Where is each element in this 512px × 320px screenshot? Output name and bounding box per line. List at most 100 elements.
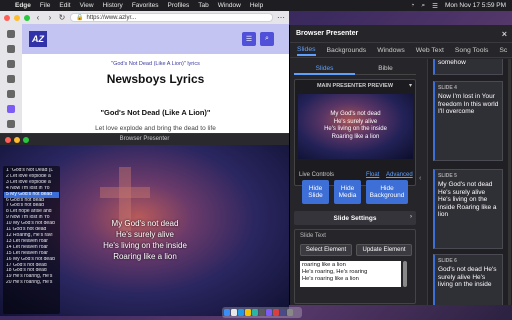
- sidebar-presenter-icon[interactable]: [7, 105, 15, 113]
- sidebar-copilot-icon[interactable]: [7, 45, 15, 53]
- web-page: AZ ☰ ⌕ "God's Not Dead (Like A Lion)" ly…: [22, 24, 289, 149]
- preview-heading: MAIN PRESENTER PREVIEW: [316, 83, 394, 89]
- launchpad-icon[interactable]: [231, 309, 237, 316]
- menu-file[interactable]: File: [40, 2, 50, 9]
- extensions-icon[interactable]: ⋯: [277, 13, 285, 22]
- tab-more[interactable]: Sc: [499, 47, 507, 54]
- slide-card[interactable]: SLIDE 6 God's not dead He's surely alive…: [433, 254, 503, 305]
- slide-list-item[interactable]: 20 He's roaring, He's: [4, 280, 59, 286]
- address-bar[interactable]: 🔒 https://www.azlyr...: [70, 13, 273, 22]
- presenter-titlebar: Browser Presenter: [0, 134, 289, 145]
- slide-number: SLIDE 5: [438, 173, 457, 179]
- slide-settings-label: Slide Settings: [333, 214, 377, 222]
- presenter-output-window: Browser Presenter My God's not dead He's…: [0, 133, 289, 316]
- sub-tabs: Slides Bible: [294, 63, 416, 75]
- lock-icon: 🔒: [76, 15, 84, 21]
- tab-web-text[interactable]: Web Text: [416, 47, 444, 54]
- chevron-down-icon[interactable]: ▾: [409, 82, 412, 89]
- tab-backgrounds[interactable]: Backgrounds: [327, 47, 367, 54]
- slide-text-section: Slide Text Select Element Update Element…: [294, 229, 416, 304]
- site-search-icon[interactable]: ⌕: [260, 32, 274, 46]
- sidebar-shopping-icon[interactable]: [7, 60, 15, 68]
- menu-profiles[interactable]: Profiles: [168, 2, 190, 9]
- menu-help[interactable]: Help: [250, 2, 263, 9]
- lyric-line: He's living on the inside: [103, 241, 187, 250]
- safari-icon[interactable]: [238, 309, 244, 316]
- slide-card-active[interactable]: SLIDE 5 My God's not dead He's surely al…: [433, 169, 503, 249]
- preview-canvas: My God's not dead He's surely alive He's…: [298, 94, 413, 159]
- music-icon[interactable]: [273, 309, 279, 316]
- chevron-left-icon[interactable]: ‹: [419, 175, 421, 182]
- hide-media-button[interactable]: Hide Media: [334, 180, 361, 204]
- forward-icon[interactable]: ›: [46, 13, 54, 22]
- close-window-button[interactable]: [4, 14, 10, 21]
- app-icon[interactable]: [280, 309, 286, 316]
- wifi-icon[interactable]: ◔: [411, 2, 415, 9]
- tab-slides[interactable]: Slides: [297, 46, 316, 56]
- lyrics-breadcrumb[interactable]: "God's Not Dead (Like A Lion)" lyrics: [22, 61, 289, 67]
- slide-text-scrollbar[interactable]: [403, 261, 407, 287]
- subtab-bible[interactable]: Bible: [355, 63, 416, 75]
- advanced-link[interactable]: Advanced: [386, 172, 413, 178]
- slide-text-label: Slide Text: [300, 233, 326, 239]
- sidebar-games-icon[interactable]: [7, 90, 15, 98]
- sidebar-add-icon[interactable]: [7, 120, 15, 128]
- sidebar-tools-icon[interactable]: [7, 75, 15, 83]
- slides-scrollbar[interactable]: [508, 59, 511, 305]
- hide-background-button[interactable]: Hide Background: [366, 180, 408, 204]
- song-title: "God's Not Dead (Like A Lion)": [100, 108, 211, 117]
- edge-icon[interactable]: [252, 309, 258, 316]
- terminal-icon[interactable]: [259, 309, 265, 316]
- preview-lyric-line: He's surely alive: [333, 118, 378, 125]
- presenter-app-icon[interactable]: [266, 309, 272, 316]
- menu-app-name[interactable]: Edge: [15, 2, 31, 9]
- slide-number: SLIDE 4: [438, 85, 457, 91]
- chrome-icon[interactable]: [245, 309, 251, 316]
- edge-browser-window: ‹ › ↻ 🔒 https://www.azlyr... ⋯ AZ ☰ ⌕ "G…: [0, 11, 289, 149]
- slide-text-input[interactable]: roaring like a lion He's roaring, He's r…: [300, 261, 401, 287]
- address-bar-text: https://www.azlyr...: [86, 14, 137, 21]
- minimize-window-button[interactable]: [14, 14, 20, 21]
- menu-history[interactable]: History: [103, 2, 123, 9]
- menu-favorites[interactable]: Favorites: [132, 2, 159, 9]
- presentation-lyrics: My God's not dead He's surely alive He's…: [60, 218, 230, 262]
- site-logo[interactable]: AZ: [29, 31, 47, 47]
- preview-lyric-line: My God's not dead: [330, 111, 381, 117]
- lyric-line: My God's not dead: [111, 219, 179, 228]
- presenter-control-panel: Browser Presenter × Slides Backgrounds W…: [289, 25, 512, 305]
- select-element-button[interactable]: Select Element: [300, 244, 352, 256]
- artist-lyrics-title[interactable]: Newsboys Lyrics: [22, 72, 289, 86]
- settings-icon[interactable]: [287, 309, 293, 316]
- menu-icon[interactable]: ☰: [242, 32, 256, 46]
- update-element-button[interactable]: Update Element: [356, 244, 412, 256]
- hide-slide-button[interactable]: Hide Slide: [302, 180, 329, 204]
- control-center-icon[interactable]: ☰: [432, 2, 438, 10]
- finder-icon[interactable]: [224, 309, 230, 316]
- float-link[interactable]: Float: [366, 172, 379, 178]
- menu-view[interactable]: View: [80, 2, 94, 9]
- sidebar-search-icon[interactable]: [7, 30, 15, 38]
- slide-card[interactable]: SLIDE 4 Now I'm lost in Your freedom In …: [433, 81, 503, 161]
- menu-datetime[interactable]: Mon Nov 17 5:59 PM: [445, 2, 506, 9]
- menu-tab[interactable]: Tab: [198, 2, 208, 9]
- lyric-line: Roaring like a lion: [113, 252, 177, 261]
- search-icon[interactable]: ⌕: [421, 2, 425, 10]
- cross-graphic-bar: [100, 187, 150, 198]
- slide-settings-toggle[interactable]: Slide Settings ›: [294, 211, 416, 225]
- reload-icon[interactable]: ↻: [58, 13, 66, 22]
- live-controls-label: Live Controls: [299, 172, 335, 178]
- presenter-window-title: Browser Presenter: [119, 136, 170, 142]
- subtab-slides[interactable]: Slides: [294, 63, 355, 75]
- menu-bar: Edge File Edit View History Favorites Pr…: [0, 0, 512, 11]
- slide-text: God's not dead He's surely alive He's li…: [438, 266, 497, 288]
- close-icon[interactable]: ×: [502, 29, 507, 39]
- slide-list-overlay: 1 "God's Not Dead (L 2 Let love explode …: [3, 166, 60, 314]
- menu-edit[interactable]: Edit: [59, 2, 70, 9]
- menu-window[interactable]: Window: [218, 2, 241, 9]
- back-icon[interactable]: ‹: [34, 13, 42, 22]
- zoom-window-button[interactable]: [24, 14, 30, 21]
- slide-text: Now I'm lost in Your freedom In this wor…: [438, 93, 499, 115]
- slide-card[interactable]: somehow: [433, 59, 503, 75]
- tab-song-tools[interactable]: Song Tools: [455, 47, 489, 54]
- tab-windows[interactable]: Windows: [377, 47, 405, 54]
